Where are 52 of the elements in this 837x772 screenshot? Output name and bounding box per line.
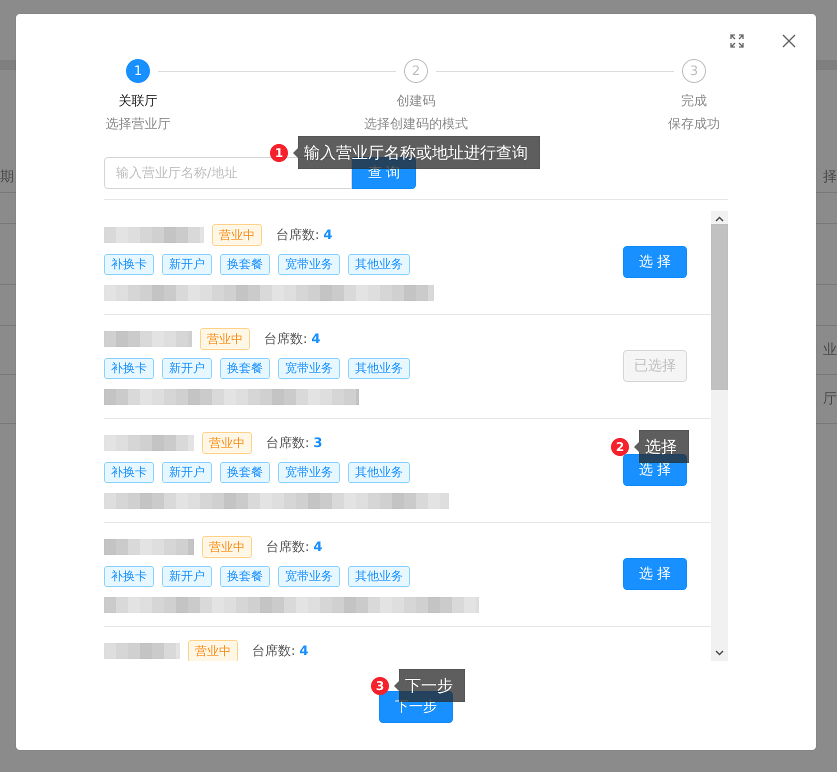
step-title: 完成 (681, 93, 707, 111)
step-number: 3 (682, 59, 706, 83)
step-number: 2 (404, 59, 428, 83)
step-title: 创建码 (396, 93, 436, 111)
status-tag: 营业中 (212, 224, 262, 246)
service-tag: 补换卡 (104, 462, 154, 483)
service-tag: 宽带业务 (278, 566, 340, 587)
seat-count: 台席数: 3 (266, 435, 322, 452)
service-tag: 宽带业务 (278, 462, 340, 483)
select-button[interactable]: 选 择 (623, 558, 687, 590)
seat-count: 台席数: 4 (264, 331, 320, 348)
background-text: 业 (823, 341, 837, 359)
service-tag: 新开户 (162, 358, 212, 379)
service-tag: 补换卡 (104, 566, 154, 587)
step-description: 保存成功 (668, 116, 720, 134)
service-tag: 换套餐 (220, 358, 270, 379)
service-tag: 其他业务 (348, 254, 410, 275)
seat-count: 台席数: 4 (276, 227, 332, 244)
background-text: 期 (0, 168, 14, 186)
step-description: 选择创建码的模式 (364, 116, 468, 134)
service-tag: 换套餐 (220, 254, 270, 275)
status-tag: 营业中 (202, 432, 252, 454)
service-tag: 新开户 (162, 566, 212, 587)
scrollbar[interactable] (711, 211, 728, 661)
service-tag: 新开户 (162, 254, 212, 275)
service-tag: 换套餐 (220, 566, 270, 587)
service-tag: 宽带业务 (278, 254, 340, 275)
background-text: 厅 (823, 390, 837, 408)
fullscreen-icon[interactable] (730, 34, 744, 48)
scroll-up-icon[interactable] (715, 216, 724, 222)
service-tag: 其他业务 (348, 462, 410, 483)
seat-count: 台席数: 4 (266, 539, 322, 556)
status-tag: 营业中 (200, 328, 250, 350)
scroll-down-icon[interactable] (715, 650, 724, 656)
select-button[interactable]: 选 择 (623, 246, 687, 278)
service-tag: 其他业务 (348, 358, 410, 379)
step-title: 关联厅 (118, 93, 158, 111)
service-tag: 换套餐 (220, 462, 270, 483)
step-description: 选择营业厅 (106, 116, 170, 134)
close-icon[interactable] (782, 34, 796, 48)
status-tag: 营业中 (202, 536, 252, 558)
background-text: 择 (823, 168, 837, 186)
status-tag: 营业中 (188, 640, 238, 661)
service-tag: 补换卡 (104, 254, 154, 275)
service-tag: 其他业务 (348, 566, 410, 587)
step-number: 1 (126, 59, 150, 83)
service-tag: 新开户 (162, 462, 212, 483)
hint-tooltip: 下一步 (394, 669, 465, 702)
seat-count: 台席数: 4 (252, 643, 308, 660)
service-tag: 补换卡 (104, 358, 154, 379)
hint-tooltip: 选择 (634, 430, 689, 463)
service-tag: 宽带业务 (278, 358, 340, 379)
